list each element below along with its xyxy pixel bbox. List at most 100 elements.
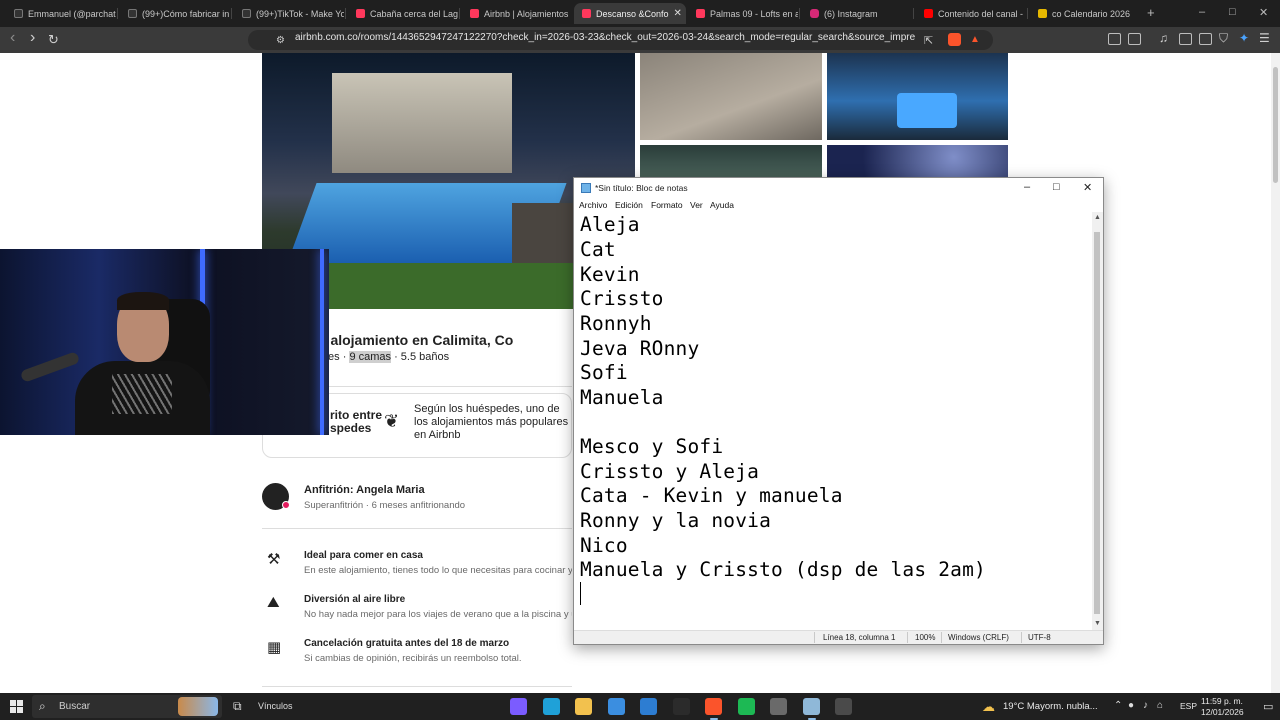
site-info-icon[interactable]: ⚙ (276, 33, 285, 49)
new-tab-button[interactable]: + (1147, 5, 1155, 20)
back-button[interactable]: ‹ (10, 30, 15, 46)
browser-tab[interactable]: Palmas 09 - Lofts en al (688, 3, 798, 24)
close-tab-icon[interactable]: ✕ (674, 8, 682, 19)
menu-icon[interactable]: ☰ (1259, 31, 1270, 45)
brave-shield-icon[interactable] (948, 33, 961, 46)
listing-beds-highlight: 9 camas (349, 351, 392, 363)
tab-label: Palmas 09 - Lofts en al (710, 8, 798, 19)
maximize-button[interactable]: □ (1053, 181, 1060, 193)
tray-overflow-icon[interactable]: ⌃ (1114, 700, 1122, 711)
leo-ai-icon[interactable]: ✦ (1239, 31, 1249, 45)
task-view-icon[interactable]: ⧉ (233, 699, 242, 714)
menu-edicion[interactable]: Edición (615, 200, 643, 210)
maximize-button[interactable]: □ (1229, 6, 1236, 18)
status-separator (941, 632, 942, 643)
screenshot-icon[interactable] (1128, 33, 1141, 45)
browser-tab[interactable]: Contenido del canal - (916, 3, 1026, 24)
file-explorer-icon[interactable] (575, 698, 592, 715)
microsoft-store-icon[interactable] (607, 698, 625, 715)
microphone-arm (19, 351, 81, 383)
notepad-text-area[interactable]: Aleja Cat Kevin Crissto Ronnyh Jeva ROnn… (574, 212, 1092, 630)
notepad-titlebar[interactable]: *Sin título: Bloc de notas – □ ✕ (574, 178, 1103, 198)
weather-icon[interactable]: ☁ (982, 699, 995, 715)
music-icon[interactable]: ♫ (1159, 31, 1168, 45)
tab-label: (99+)Cómo fabricar in (142, 8, 230, 19)
sidebar-icon[interactable] (1179, 33, 1192, 45)
host-avatar[interactable] (262, 483, 290, 510)
clock-time[interactable]: 11:59 p. m. (1201, 696, 1243, 706)
tab-label: Airbnb | Alojamientos (484, 8, 569, 19)
scrollbar-thumb[interactable] (1273, 67, 1278, 183)
copilot-icon[interactable] (510, 698, 527, 715)
menu-formato[interactable]: Formato (651, 200, 683, 210)
text-line: Crissto y Aleja (580, 460, 760, 483)
menu-archivo[interactable]: Archivo (579, 200, 607, 210)
menu-ver[interactable]: Ver (690, 200, 703, 210)
tab-label: Descanso &Confo (596, 8, 669, 19)
browser-tab[interactable]: (99+)Cómo fabricar in (120, 3, 230, 24)
forward-button[interactable]: › (30, 30, 35, 46)
browser-tab[interactable]: (99+)TikTok - Make Yo (234, 3, 344, 24)
network-icon[interactable]: ⌂ (1157, 700, 1163, 711)
browser-tab-active[interactable]: Descanso &Confo ✕ (574, 3, 686, 24)
obs-icon[interactable] (672, 698, 690, 715)
wallet-icon[interactable] (1199, 33, 1212, 45)
listing-baths-text: · 5.5 baños (391, 351, 450, 363)
brave-icon[interactable] (705, 698, 722, 720)
tiktok-icon (242, 9, 251, 18)
vpn-shield-icon[interactable]: ⛉ (1219, 31, 1228, 46)
notepad-window[interactable]: *Sin título: Bloc de notas – □ ✕ Archivo… (573, 177, 1104, 645)
status-separator (814, 632, 815, 643)
browser-tab[interactable]: Emmanuel (@parchate (6, 3, 116, 24)
notepad-icon[interactable] (802, 698, 820, 720)
share-icon[interactable]: ⇱ (924, 33, 933, 49)
brave-rewards-icon[interactable]: ▲ (970, 34, 980, 45)
browser-tab[interactable]: Airbnb | Alojamientos (462, 3, 572, 24)
clock-date[interactable]: 12/01/2026 (1201, 707, 1244, 717)
links-toolbar[interactable]: Vínculos (258, 701, 293, 711)
listing-photo-3[interactable] (827, 53, 1008, 140)
calendar-icon (1038, 9, 1047, 18)
tray-app-icon[interactable]: ● (1128, 700, 1134, 711)
feature-description: No hay nada mejor para los viajes de ver… (304, 609, 572, 620)
volume-icon[interactable]: ♪ (1143, 700, 1148, 711)
shirt-print (112, 374, 172, 414)
text-caret (580, 582, 581, 605)
airbnb-icon (582, 9, 591, 18)
menu-ayuda[interactable]: Ayuda (710, 200, 734, 210)
text-line: Ronnyh (580, 312, 652, 335)
tiktok-icon (128, 9, 137, 18)
zoom-level: 100% (915, 633, 936, 642)
status-separator (907, 632, 908, 643)
minimize-button[interactable]: – (1024, 181, 1030, 193)
settings-icon[interactable] (770, 698, 787, 715)
notepad-scrollbar[interactable]: ▲ ▼ (1092, 212, 1103, 630)
weather-text[interactable]: 19°C Mayorm. nubla... (1003, 701, 1098, 712)
calculator-icon[interactable] (835, 698, 852, 715)
url-text[interactable]: airbnb.com.co/rooms/1443652947247122270?… (295, 32, 915, 43)
text-line: Nico (580, 534, 628, 557)
scroll-down-icon[interactable]: ▼ (1094, 620, 1101, 627)
language-indicator[interactable]: ESP (1180, 701, 1197, 711)
browser-tab[interactable]: Cabaña cerca del Lago (348, 3, 458, 24)
scroll-up-icon[interactable]: ▲ (1094, 214, 1101, 221)
listing-photo-2[interactable] (640, 53, 822, 140)
browser-tab[interactable]: co Calendario 2026 (1030, 3, 1140, 24)
page-scrollbar[interactable] (1271, 53, 1280, 693)
reload-button[interactable]: ↻ (48, 32, 59, 48)
mail-icon[interactable] (640, 698, 657, 715)
scrollbar-thumb[interactable] (1094, 232, 1100, 614)
divider (262, 528, 572, 529)
close-button[interactable]: ✕ (1083, 181, 1092, 194)
notifications-icon[interactable]: ▭ (1263, 700, 1273, 713)
close-window-button[interactable]: ✕ (1259, 6, 1268, 19)
windows-start-icon[interactable] (10, 700, 23, 713)
superhost-badge-icon (282, 501, 290, 509)
browser-tab[interactable]: (6) Instagram (802, 3, 912, 24)
minimize-button[interactable]: – (1199, 6, 1205, 18)
extensions-icon[interactable] (1108, 33, 1121, 45)
spotify-icon[interactable] (737, 698, 755, 715)
edge-icon[interactable] (542, 698, 560, 715)
utensils-icon: ⚒ (267, 551, 281, 568)
guest-favorite-description: Según los huéspedes, uno de los alojamie… (414, 403, 569, 441)
